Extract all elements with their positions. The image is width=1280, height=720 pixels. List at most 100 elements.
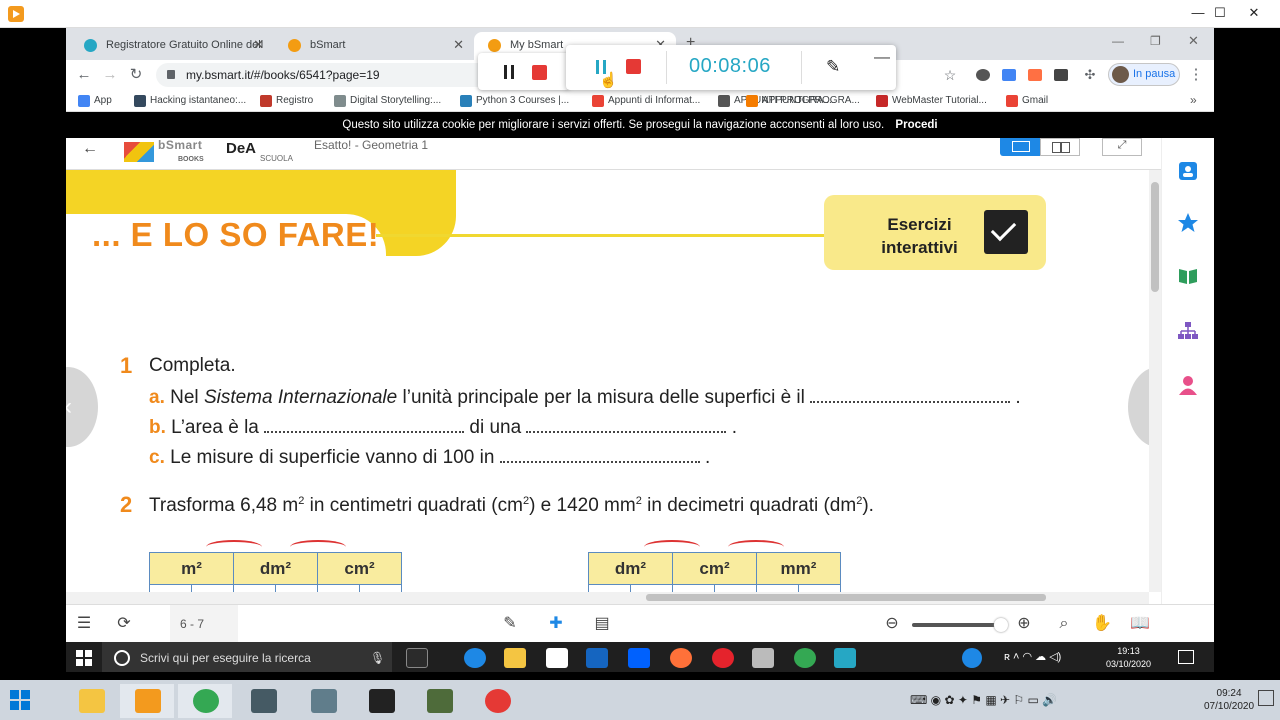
add-content-icon[interactable]: ✚ — [546, 615, 566, 633]
system-tray-icons[interactable]: ⌨ ◉ ✿ ✦ ⚑ ▦ ✈ ⚐ ▭ 🔊 — [910, 693, 1057, 707]
book-icon[interactable] — [1176, 265, 1200, 289]
system-tray-icons[interactable]: ʀ ˄ ◠ ☁ ◁) — [1004, 650, 1061, 663]
previous-page-button[interactable]: ‹ — [66, 367, 98, 447]
reading-mode-icon[interactable]: 📖 — [1130, 615, 1150, 633]
bookmark-digital-storytelling[interactable]: Digital Storytelling:... — [334, 90, 441, 112]
bookmark-webmaster[interactable]: WebMaster Tutorial... — [876, 90, 987, 112]
zoom-in-icon[interactable]: ⊕ — [1014, 615, 1034, 633]
taskbar-chrome[interactable] — [178, 684, 232, 718]
scrollbar-thumb[interactable] — [646, 594, 1046, 601]
zoom-slider-handle[interactable] — [994, 618, 1008, 632]
fullscreen-button[interactable]: ⤢ — [1102, 138, 1142, 156]
bookmarks-overflow-button[interactable]: » — [1190, 93, 1197, 107]
answer-blank[interactable] — [264, 419, 465, 433]
opera-icon[interactable] — [712, 648, 734, 668]
horizontal-scrollbar[interactable] — [66, 592, 1149, 604]
zoom-slider[interactable] — [912, 618, 1008, 632]
tab-bsmart[interactable]: bSmart ✕ — [274, 32, 474, 60]
taskbar-unity[interactable] — [354, 684, 408, 718]
taskbar-file-explorer[interactable] — [64, 684, 118, 718]
double-page-view-button[interactable] — [1040, 138, 1080, 156]
extensions-puzzle-icon[interactable]: ✣ — [1080, 65, 1100, 85]
close-tab-icon[interactable]: ✕ — [453, 32, 464, 58]
digit-cell[interactable] — [149, 584, 192, 592]
forward-icon[interactable]: → — [100, 65, 120, 85]
archive-icon[interactable]: ▤ — [592, 615, 612, 633]
zoom-out-icon[interactable]: ⊖ — [882, 615, 902, 633]
chrome-close-button[interactable]: ✕ — [1188, 33, 1199, 49]
draw-pen-icon[interactable]: ✎ — [826, 57, 840, 77]
digit-cell[interactable] — [233, 584, 276, 592]
digit-cell[interactable] — [756, 584, 799, 592]
bookmark-registro[interactable]: Registro — [260, 90, 313, 112]
minimize-window-button[interactable]: — — [1188, 4, 1208, 22]
bookmark-appunti-informatica[interactable]: Appunti di Informat... — [592, 90, 700, 112]
bookmark-app[interactable]: App — [78, 90, 112, 112]
digit-cell[interactable] — [588, 584, 631, 592]
user-icon[interactable] — [1176, 160, 1200, 184]
scrollbar-thumb[interactable] — [1151, 182, 1159, 292]
extension-icon[interactable] — [1054, 69, 1068, 81]
search-page-icon[interactable]: ⌕ — [1054, 615, 1074, 633]
chrome-icon[interactable] — [794, 648, 816, 668]
chrome-minimize-button[interactable]: — — [1112, 34, 1124, 48]
extension-icon[interactable] — [1028, 69, 1042, 81]
digit-cell[interactable] — [317, 584, 360, 592]
edge-icon[interactable] — [464, 648, 486, 668]
bookmark-star-icon[interactable]: ☆ — [940, 65, 960, 85]
bookmark-appunti-progra-2[interactable]: APPUNTI PROGRA... — [746, 90, 860, 112]
digit-cell[interactable] — [630, 584, 673, 592]
single-page-view-button[interactable] — [1000, 138, 1040, 156]
tab-registratore[interactable]: Registratore Gratuito Online dell ✕ — [70, 32, 274, 60]
maximize-window-button[interactable]: ☐ — [1210, 4, 1230, 22]
answer-blank[interactable] — [499, 449, 700, 463]
taskbar-remote[interactable] — [236, 684, 290, 718]
extension-icon[interactable] — [976, 69, 990, 81]
close-tab-icon[interactable]: ✕ — [253, 32, 264, 58]
list-icon[interactable]: ☰ — [74, 615, 94, 633]
hand-pan-icon[interactable]: ✋ — [1092, 615, 1112, 633]
bookmark-hacking[interactable]: Hacking istantaneo:... — [134, 90, 246, 112]
taskbar-recorder[interactable] — [120, 684, 174, 718]
digit-cell[interactable] — [275, 584, 318, 592]
profile-button[interactable]: In pausa — [1108, 63, 1180, 86]
notifications-icon[interactable] — [1258, 690, 1274, 706]
windows-search-box[interactable]: Scrivi qui per eseguire la ricerca 🎙 — [102, 642, 392, 672]
answer-blank[interactable] — [526, 419, 727, 433]
digit-cell[interactable] — [672, 584, 715, 592]
windows-start-icon[interactable] — [10, 690, 30, 710]
stop-recording-button[interactable] — [626, 59, 641, 74]
interactive-exercises-button[interactable]: Esercizi interattivi — [824, 195, 1046, 270]
star-icon[interactable] — [1176, 212, 1200, 236]
bookmark-python[interactable]: Python 3 Courses |... — [460, 90, 569, 112]
back-arrow-icon[interactable]: ← — [82, 140, 98, 158]
task-view-icon[interactable] — [406, 648, 428, 668]
digit-cell[interactable] — [714, 584, 757, 592]
next-page-button[interactable]: › — [1128, 367, 1149, 447]
recorder-icon[interactable] — [834, 648, 856, 668]
taskbar-app[interactable] — [412, 684, 466, 718]
recorder-minimize-button[interactable]: — — [874, 49, 890, 67]
profile-person-icon[interactable] — [1176, 374, 1200, 398]
pen-icon[interactable]: ✎ — [500, 615, 520, 633]
chrome-menu-icon[interactable]: ⋮ — [1186, 65, 1206, 85]
digit-cell[interactable] — [191, 584, 234, 592]
digit-cell[interactable] — [798, 584, 841, 592]
translate-extension-icon[interactable] — [1002, 69, 1016, 81]
digit-cell[interactable] — [359, 584, 402, 592]
answer-blank[interactable] — [810, 389, 1011, 403]
microphone-icon[interactable]: 🎙 — [370, 642, 385, 672]
stop-icon[interactable] — [532, 65, 547, 80]
sitemap-icon[interactable] — [1176, 320, 1200, 344]
firefox-icon[interactable] — [670, 648, 692, 668]
windows-start-icon[interactable] — [76, 650, 92, 666]
notifications-icon[interactable] — [1178, 650, 1194, 664]
store-icon[interactable] — [752, 648, 774, 668]
bookmark-gmail[interactable]: Gmail — [1006, 90, 1048, 112]
help-icon[interactable] — [962, 648, 982, 668]
app-icon[interactable] — [586, 648, 608, 668]
vertical-scrollbar[interactable] — [1149, 170, 1161, 592]
taskbar-recorder-app[interactable] — [470, 684, 524, 718]
reload-icon[interactable]: ↻ — [126, 65, 146, 85]
taskbar-app[interactable] — [296, 684, 350, 718]
